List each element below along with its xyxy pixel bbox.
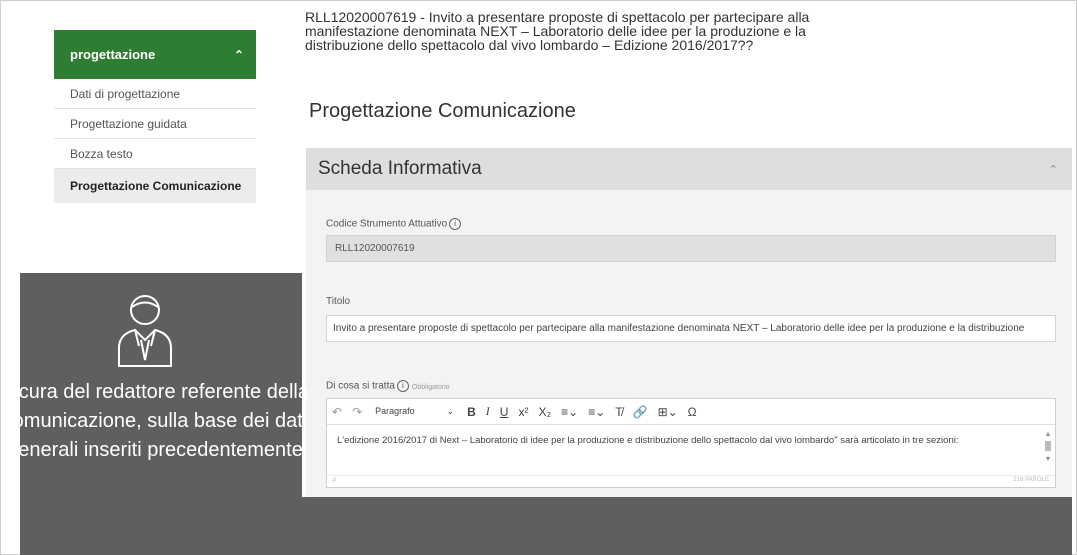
chevron-up-icon: ⌃ xyxy=(233,47,244,62)
codice-field: RLL12020007619 xyxy=(326,235,1056,262)
redo-icon[interactable]: ↷ xyxy=(347,405,367,419)
superscript-button[interactable]: x² xyxy=(513,405,533,419)
scroll-up-icon[interactable]: ▴ xyxy=(1043,429,1053,438)
sidebar-item-progettazione-comunicazione[interactable]: Progettazione Comunicazione xyxy=(54,169,256,203)
codice-label: Codice Strumento Attuativo xyxy=(326,218,448,230)
codice-label-wrap: Codice Strumento Attuativo i xyxy=(326,218,462,230)
element-path: p xyxy=(333,477,337,483)
descrizione-label: Di cosa si tratta xyxy=(326,380,395,392)
sidebar-section-toggle[interactable]: progettazione ⌃ xyxy=(54,30,256,79)
clear-format-icon[interactable]: T̸ xyxy=(610,405,627,419)
sidebar-item-dati-progettazione[interactable]: Dati di progettazione xyxy=(54,79,256,109)
special-char-button[interactable]: Ω xyxy=(683,405,702,419)
user-icon xyxy=(118,295,172,367)
editor-toolbar: ↶ ↷ Paragrafo ⌄ B I U x² X₂ ≡⌄ ≡⌄ T̸ 🔗 ⊞… xyxy=(327,399,1055,425)
table-icon[interactable]: ⊞⌄ xyxy=(653,405,683,419)
scroll-down-icon[interactable]: ▾ xyxy=(1043,454,1053,463)
page-title: Progettazione Comunicazione xyxy=(309,100,576,122)
scroll-thumb[interactable] xyxy=(1045,441,1051,451)
paragraph-format-select[interactable]: Paragrafo ⌄ xyxy=(367,406,462,417)
titolo-label: Titolo xyxy=(326,296,351,307)
chevron-up-icon: ⌃ xyxy=(1048,163,1058,176)
bullet-list-icon[interactable]: ≡⌄ xyxy=(556,405,583,419)
overlay-caption: A cura del redattore referente della com… xyxy=(1,381,309,461)
sidebar-item-progettazione-guidata[interactable]: Progettazione guidata xyxy=(54,109,256,139)
annotation-overlay-band xyxy=(302,497,1072,555)
word-count: 219 PAROLE xyxy=(1013,477,1049,483)
info-icon[interactable]: i xyxy=(449,218,462,230)
chevron-down-icon: ⌄ xyxy=(446,406,455,416)
subscript-button[interactable]: X₂ xyxy=(533,405,556,419)
editor-content[interactable]: L'edizione 2016/2017 di Next – Laborator… xyxy=(327,425,1055,473)
document-title: RLL12020007619 - Invito a presentare pro… xyxy=(305,9,810,53)
sidebar: progettazione ⌃ Dati di progettazione Pr… xyxy=(54,30,256,203)
sidebar-header-label: progettazione xyxy=(70,47,156,62)
sidebar-item-bozza-testo[interactable]: Bozza testo xyxy=(54,139,256,169)
bold-button[interactable]: B xyxy=(462,405,481,419)
titolo-field[interactable]: Invito a presentare proposte di spettaco… xyxy=(326,315,1056,342)
editor-scrollbar[interactable]: ▴ ▾ xyxy=(1043,429,1053,469)
editor-statusbar: p 219 PAROLE xyxy=(327,475,1055,487)
link-icon[interactable]: 🔗 xyxy=(628,405,653,419)
panel-header[interactable]: Scheda Informativa ⌃ xyxy=(306,148,1072,190)
italic-button[interactable]: I xyxy=(481,404,495,419)
rich-text-editor[interactable]: ↶ ↷ Paragrafo ⌄ B I U x² X₂ ≡⌄ ≡⌄ T̸ 🔗 ⊞… xyxy=(326,398,1056,488)
undo-icon[interactable]: ↶ xyxy=(327,405,347,419)
required-hint: Obbligatorio xyxy=(411,383,450,391)
underline-button[interactable]: U xyxy=(495,405,514,419)
descrizione-label-wrap: Di cosa si tratta i Obbligatorio xyxy=(326,380,450,392)
numbered-list-icon[interactable]: ≡⌄ xyxy=(583,405,610,419)
info-icon[interactable]: i xyxy=(396,380,409,392)
paragraph-format-value: Paragrafo xyxy=(375,406,415,416)
panel-title: Scheda Informativa xyxy=(318,158,482,179)
